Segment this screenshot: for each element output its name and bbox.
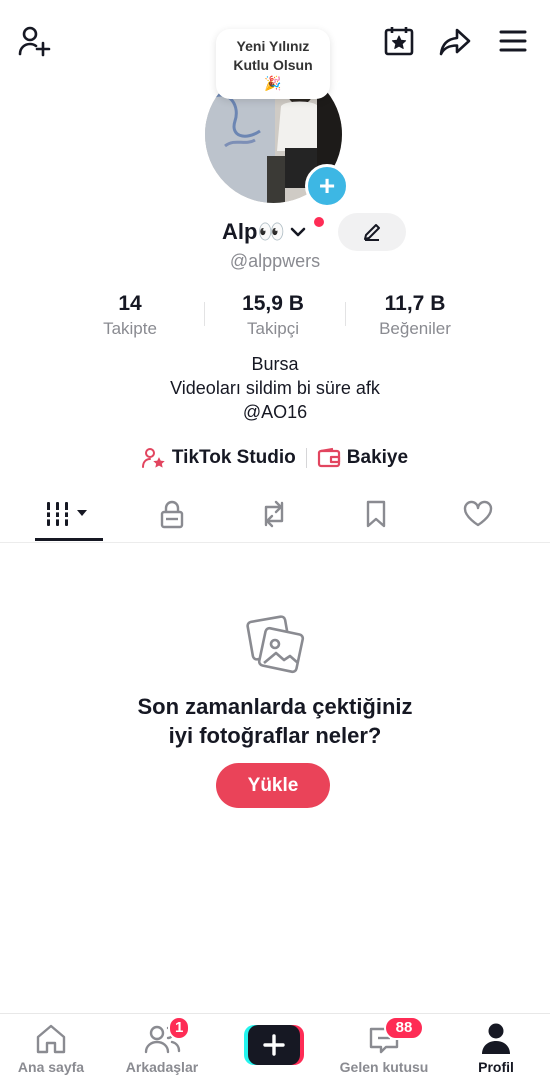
chevron-down-icon[interactable] — [289, 225, 307, 239]
profile-icon — [482, 1023, 510, 1054]
menu-icon[interactable] — [494, 22, 532, 60]
username: @alppwers — [229, 251, 321, 271]
following-stat[interactable]: 14 Takipte — [60, 290, 200, 340]
status-note-bubble[interactable]: Yeni Yılınız Kutlu Olsun 🎉 — [216, 29, 330, 99]
bio-line: Videoları sildim bi süre afk — [170, 378, 380, 398]
add-friend-icon[interactable] — [14, 22, 54, 60]
calendar-icon[interactable] — [380, 22, 418, 60]
nav-inbox-label: Gelen kutusu — [339, 1059, 429, 1075]
wallet-icon — [317, 447, 340, 468]
add-story-plus-icon[interactable]: + — [305, 164, 349, 208]
friends-badge: 1 — [168, 1016, 191, 1040]
tab-saved[interactable] — [350, 494, 402, 534]
followers-stat[interactable]: 15,9 B Takipçi — [203, 290, 343, 340]
empty-state-line: iyi fotoğraflar neler? — [168, 723, 382, 748]
nav-home[interactable]: Ana sayfa — [1, 1013, 101, 1080]
nav-friends[interactable]: 1 Arkadaşlar — [112, 1013, 212, 1080]
heart-icon — [463, 500, 493, 527]
profile-links: TikTok Studio Bakiye — [0, 443, 550, 473]
likes-count: 11,7 B — [384, 292, 446, 315]
nav-home-label: Ana sayfa — [17, 1059, 85, 1075]
photos-icon — [238, 610, 310, 678]
nav-friends-label: Arkadaşlar — [125, 1059, 199, 1075]
name-row[interactable]: Alp👀 — [222, 216, 307, 248]
empty-state-line: Son zamanlarda çektiğiniz — [137, 694, 413, 719]
nav-inbox[interactable]: 88 Gelen kutusu — [334, 1013, 434, 1080]
repost-icon — [264, 500, 284, 528]
empty-state-title: Son zamanlarda çektiğiniz iyi fotoğrafla… — [0, 692, 550, 750]
share-icon[interactable] — [436, 22, 474, 60]
bio-mention[interactable]: @AO16 — [0, 400, 550, 424]
balance-label: Bakiye — [346, 447, 409, 468]
tab-private[interactable] — [146, 494, 198, 534]
tab-reposts[interactable] — [248, 494, 300, 534]
tiktok-studio-label: TikTok Studio — [171, 447, 296, 468]
tab-liked[interactable] — [452, 494, 504, 534]
status-note-text: Yeni Yılınız Kutlu Olsun — [233, 38, 313, 73]
tab-videos[interactable] — [35, 494, 103, 534]
bio-line: Bursa — [251, 354, 299, 374]
following-count: 14 — [118, 292, 142, 315]
lock-icon — [160, 500, 184, 529]
display-name: Alp👀 — [222, 219, 285, 244]
tiktok-studio-link[interactable]: TikTok Studio — [141, 447, 296, 469]
creator-star-icon — [141, 448, 165, 468]
grid-videos-icon — [45, 502, 87, 526]
nav-profile-label: Profil — [478, 1059, 514, 1075]
edit-profile-button[interactable] — [338, 213, 406, 251]
home-icon — [36, 1024, 66, 1054]
inbox-badge: 88 — [384, 1016, 424, 1040]
followers-label: Takipçi — [247, 319, 299, 338]
party-popper-icon: 🎉 — [264, 75, 282, 91]
create-button[interactable] — [244, 1025, 304, 1065]
bookmark-icon — [366, 500, 386, 528]
followers-count: 15,9 B — [242, 292, 304, 315]
nav-profile[interactable]: Profil — [446, 1013, 546, 1080]
following-label: Takipte — [103, 319, 157, 338]
pencil-icon — [364, 224, 380, 241]
likes-stat[interactable]: 11,7 B Beğeniler — [345, 290, 485, 340]
upload-button[interactable]: Yükle — [216, 763, 330, 808]
active-tab-indicator — [35, 538, 103, 541]
divider — [305, 448, 307, 468]
notification-dot — [312, 215, 326, 229]
likes-label: Beğeniler — [379, 319, 451, 338]
balance-link[interactable]: Bakiye — [317, 447, 408, 469]
